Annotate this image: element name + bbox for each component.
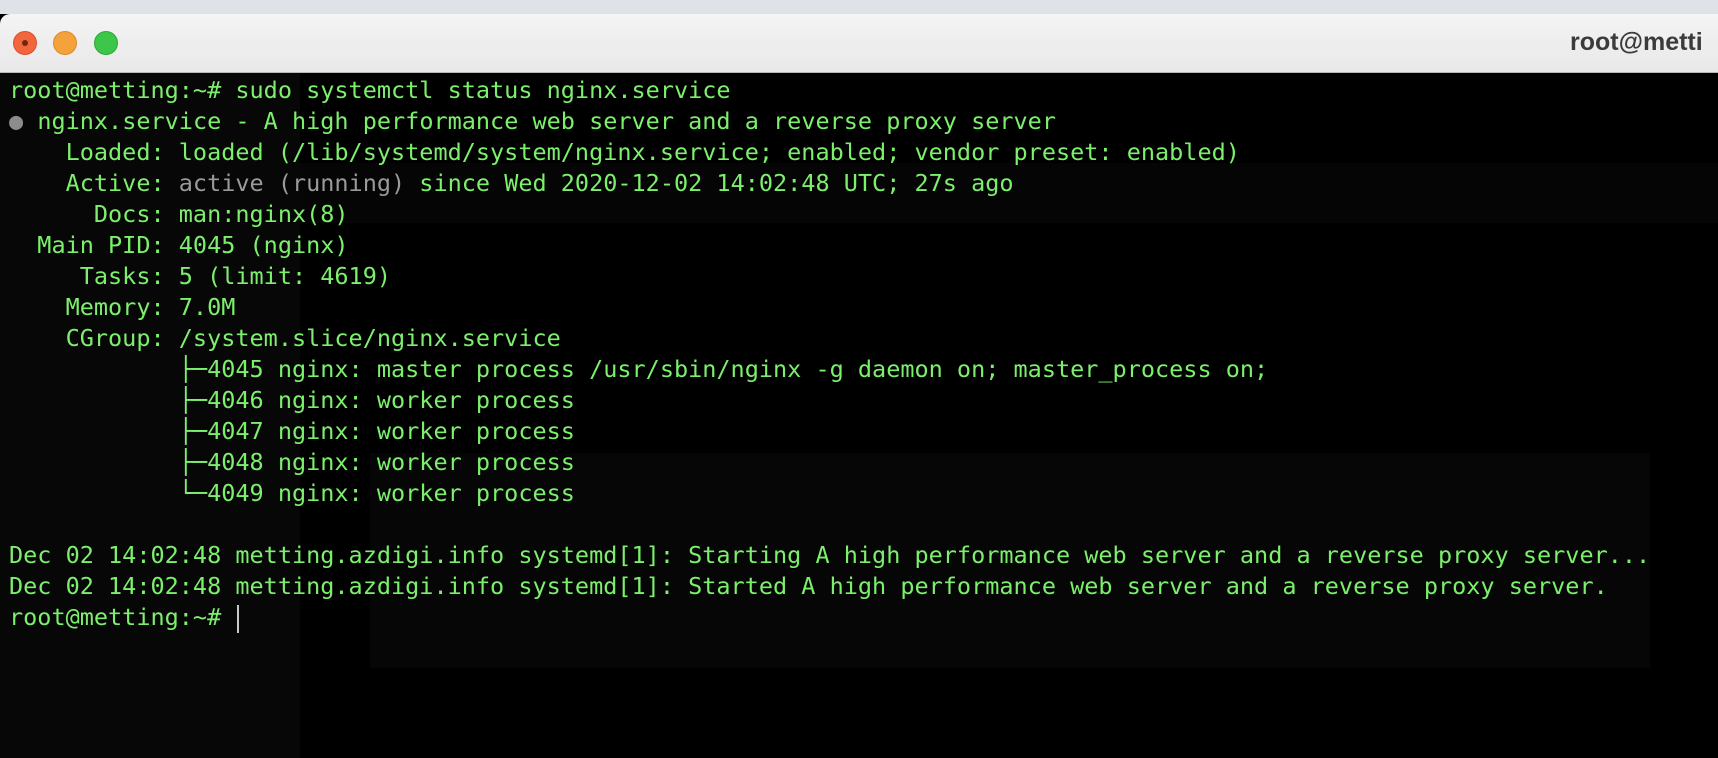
process-line: └─4049 nginx: worker process <box>9 479 575 507</box>
menu-strip <box>0 0 1718 14</box>
cgroup-line: CGroup: /system.slice/nginx.service <box>9 324 561 352</box>
main-pid-line: Main PID: 4045 (nginx) <box>9 231 349 259</box>
command-line: root@metting:~# sudo systemctl status ng… <box>9 76 731 104</box>
text-cursor <box>237 604 240 633</box>
tasks-line: Tasks: 5 (limit: 4619) <box>9 262 392 290</box>
service-header-line: ● nginx.service - A high performance web… <box>9 104 1056 138</box>
service-header-text: nginx.service - A high performance web s… <box>37 107 1056 135</box>
minimize-window-button[interactable] <box>53 31 77 55</box>
status-dot-icon: ● <box>9 107 24 135</box>
active-suffix: since Wed 2020-12-02 14:02:48 UTC; 27s a… <box>405 169 1014 197</box>
active-line: Active: active (running) since Wed 2020-… <box>9 166 1014 200</box>
active-state: active (running) <box>178 169 406 197</box>
docs-line: Docs: man:nginx(8) <box>9 200 349 228</box>
title-bar[interactable]: root@metti <box>0 14 1718 73</box>
close-window-button[interactable] <box>13 31 37 55</box>
process-line: ├─4048 nginx: worker process <box>9 448 575 476</box>
memory-line: Memory: 7.0M <box>9 293 236 321</box>
prompt-line[interactable]: root@metting:~# <box>9 600 240 634</box>
window-title: root@metti <box>1570 28 1703 56</box>
process-line: ├─4047 nginx: worker process <box>9 417 575 445</box>
final-prompt: root@metting:~# <box>9 603 236 631</box>
log-line: Dec 02 14:02:48 metting.azdigi.info syst… <box>9 541 1651 569</box>
terminal-content[interactable]: root@metting:~# sudo systemctl status ng… <box>0 73 1718 758</box>
loaded-line: Loaded: loaded (/lib/systemd/system/ngin… <box>9 138 1240 166</box>
active-prefix: Active: <box>9 169 179 197</box>
maximize-window-button[interactable] <box>94 31 118 55</box>
terminal-window: root@metti root@metting:~# sudo systemct… <box>0 0 1718 758</box>
process-line: ├─4045 nginx: master process /usr/sbin/n… <box>9 355 1269 383</box>
log-line: Dec 02 14:02:48 metting.azdigi.info syst… <box>9 572 1608 600</box>
process-line: ├─4046 nginx: worker process <box>9 386 575 414</box>
